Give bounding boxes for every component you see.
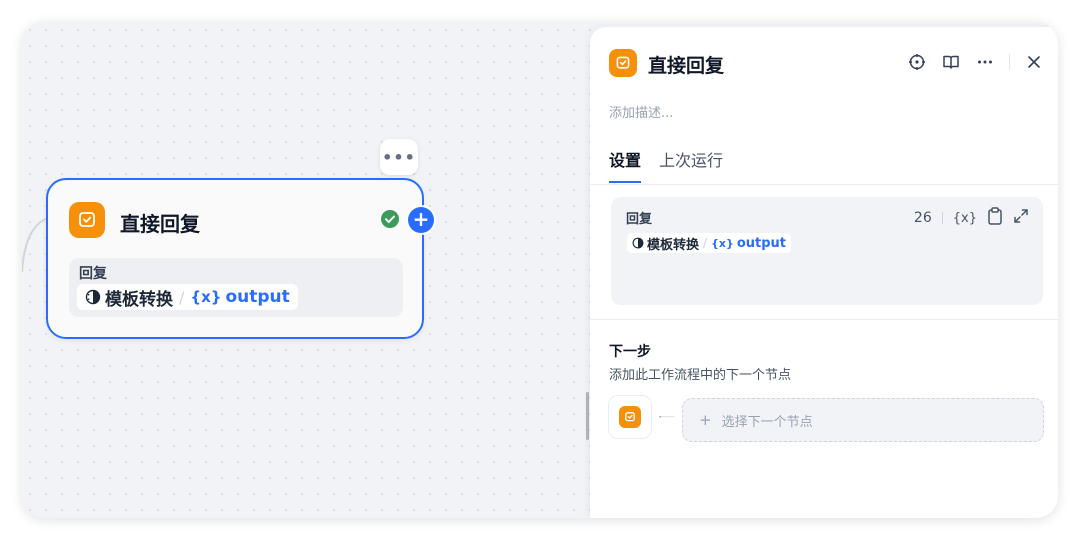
locate-icon[interactable] — [907, 52, 927, 72]
reply-label: 回复 — [79, 266, 107, 282]
var-name: output — [736, 235, 787, 251]
var-source: 模板转换 — [647, 237, 700, 253]
node-config-panel: 直接回复 添加描述... 设置 上次运行 回复 26 {x} 模板转换 / {x… — [590, 27, 1058, 518]
panel-actions — [907, 52, 1044, 72]
workflow-canvas[interactable]: ••• 直接回复 + 回复 模板转换 / {x} output 直接回复 添加描… — [22, 22, 1058, 518]
variable-icon: {x} — [190, 288, 222, 306]
next-connector — [659, 416, 675, 418]
node-more-button[interactable]: ••• — [380, 139, 418, 175]
char-count: 26 — [913, 210, 932, 226]
panel-resize-handle[interactable] — [586, 392, 589, 440]
panel-tabs: 设置 上次运行 — [609, 147, 723, 183]
more-icon: ••• — [382, 147, 416, 167]
reply-editor[interactable]: 回复 26 {x} 模板转换 / {x} output — [611, 197, 1043, 305]
answer-node-icon — [69, 202, 105, 238]
more-icon[interactable] — [975, 52, 995, 72]
book-icon[interactable] — [941, 52, 961, 72]
description-input[interactable]: 添加描述... — [609, 102, 673, 121]
variable-icon[interactable]: {x} — [953, 211, 977, 226]
reply-toolbar: 26 {x} — [914, 207, 1029, 229]
var-separator: / — [179, 287, 185, 307]
answer-node-icon — [609, 49, 637, 77]
answer-node-icon — [619, 406, 641, 428]
var-name: output — [225, 287, 290, 307]
node-reply-preview: 回复 模板转换 / {x} output — [69, 258, 403, 317]
add-node-icon[interactable]: + — [408, 207, 434, 233]
next-step-title: 下一步 — [609, 344, 651, 360]
clipboard-icon[interactable] — [987, 207, 1003, 229]
section-divider — [590, 319, 1058, 320]
actions-divider — [1009, 54, 1010, 70]
select-next-label: 选择下一个节点 — [721, 414, 813, 430]
var-source: 模板转换 — [105, 289, 173, 310]
select-next-node-button[interactable]: + 选择下一个节点 — [682, 398, 1044, 442]
variable-reference-tag: 模板转换 / {x} output — [627, 233, 792, 253]
template-transform-icon — [85, 289, 101, 305]
var-separator: / — [703, 236, 708, 250]
tab-divider — [590, 184, 1058, 185]
answer-node[interactable]: 直接回复 + 回复 模板转换 / {x} output — [46, 178, 434, 339]
variable-icon: {x} — [711, 236, 734, 250]
plus-icon: + — [699, 411, 712, 429]
toolbar-divider — [941, 212, 943, 224]
variable-reference-tag: 模板转换 / {x} output — [77, 284, 298, 310]
node-title: 直接回复 — [120, 212, 200, 236]
expand-icon[interactable] — [1013, 208, 1029, 228]
tab-last-run[interactable]: 上次运行 — [659, 147, 723, 183]
panel-title[interactable]: 直接回复 — [648, 51, 724, 78]
tab-settings[interactable]: 设置 — [609, 147, 642, 183]
current-node-thumb — [608, 395, 652, 439]
next-step-description: 添加此工作流程中的下一个节点 — [609, 368, 792, 383]
reply-label: 回复 — [626, 212, 653, 227]
check-circle-icon — [381, 210, 399, 228]
template-transform-icon — [632, 237, 644, 249]
close-icon[interactable] — [1024, 52, 1044, 72]
